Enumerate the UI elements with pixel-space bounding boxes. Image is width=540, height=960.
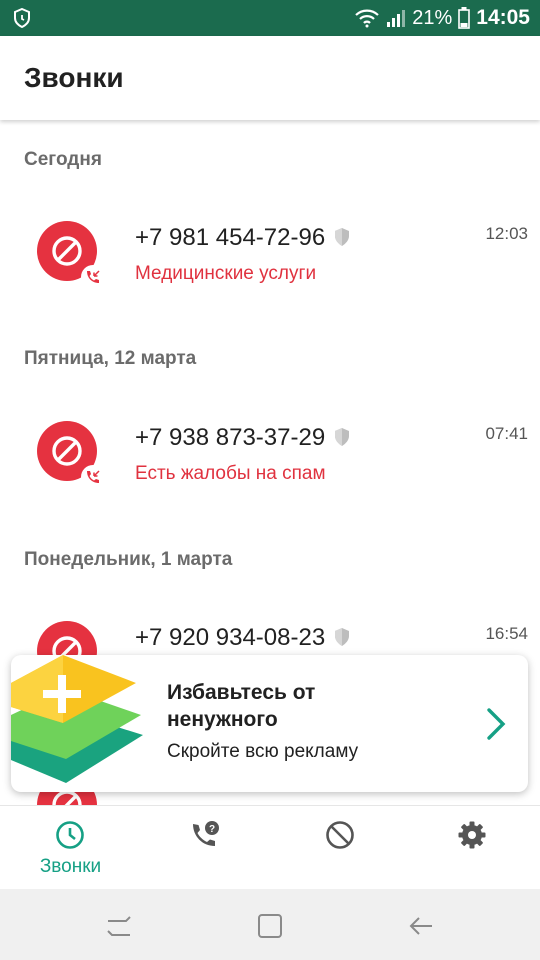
block-icon: [326, 821, 354, 849]
home-icon[interactable]: [255, 911, 285, 941]
block-icon: [52, 436, 82, 466]
section-header-today: Сегодня: [24, 149, 102, 170]
tab-unknown-calls[interactable]: ?: [138, 806, 273, 890]
battery-icon: [458, 7, 471, 29]
page-title: Звонки: [24, 62, 124, 93]
phone-number-text: +7 920 934-08-23: [135, 624, 326, 651]
phone-number: +7 938 873-37-29: [135, 424, 351, 452]
block-icon: [52, 236, 82, 266]
call-list-item[interactable]: +7 938 873-37-29 Есть жалобы на спам 07:…: [0, 389, 540, 509]
spam-label: Медицинские услуги: [135, 263, 317, 284]
shield-icon: [335, 627, 350, 646]
back-icon[interactable]: [406, 911, 436, 941]
tab-blocked[interactable]: [273, 806, 408, 890]
battery-percent: 21%: [412, 6, 453, 29]
bottom-nav: Звонки ?: [0, 805, 540, 890]
recent-apps-icon[interactable]: [104, 911, 134, 941]
tab-calls-label: Звонки: [39, 856, 102, 877]
shield-icon: [335, 427, 350, 446]
phone-question-icon: ?: [193, 821, 219, 846]
missed-call-badge: [81, 265, 105, 289]
promo-title: Избавьтесь от ненужного: [167, 681, 316, 731]
shield-clock-icon: [14, 8, 30, 28]
gear-icon: [458, 821, 486, 849]
missed-call-badge: [81, 465, 105, 489]
spam-label: Есть жалобы на спам: [135, 463, 326, 484]
phone-number: +7 981 454-72-96: [135, 224, 351, 252]
spam-avatar: [37, 421, 105, 489]
tab-settings[interactable]: [405, 806, 540, 890]
call-time: 16:54: [485, 624, 528, 643]
spam-avatar: [37, 221, 105, 289]
layers-plus-art: [11, 655, 143, 783]
promo-subtitle: Скройте всю рекламу: [167, 741, 359, 762]
phone-number: +7 920 934-08-23: [135, 624, 351, 652]
missed-call-icon: [87, 270, 100, 283]
call-time: 07:41: [485, 424, 528, 443]
clock-time: 14:05: [476, 6, 530, 29]
shield-icon: [335, 227, 350, 246]
section-header-monday: Понедельник, 1 марта: [24, 549, 233, 570]
section-header-friday: Пятница, 12 марта: [24, 348, 197, 369]
promo-banner[interactable]: Избавьтесь от ненужного Скройте всю рекл…: [11, 655, 528, 792]
svg-text:?: ?: [209, 824, 215, 835]
chevron-right-icon[interactable]: [486, 707, 506, 741]
signal-icon: [387, 10, 406, 27]
app-bar: Звонки: [0, 36, 540, 120]
status-bar: 21% 14:05: [0, 0, 540, 36]
phone-number-text: +7 938 873-37-29: [135, 424, 326, 451]
phone-number-text: +7 981 454-72-96: [135, 224, 326, 251]
clock-icon: [56, 821, 84, 849]
wifi-icon: [355, 9, 380, 28]
missed-call-icon: [87, 470, 100, 483]
call-list-item[interactable]: +7 981 454-72-96 Медицинские услуги 12:0…: [0, 189, 540, 309]
call-time: 12:03: [485, 224, 528, 243]
system-nav-bar: [0, 889, 540, 960]
tab-calls[interactable]: Звонки: [3, 806, 138, 890]
